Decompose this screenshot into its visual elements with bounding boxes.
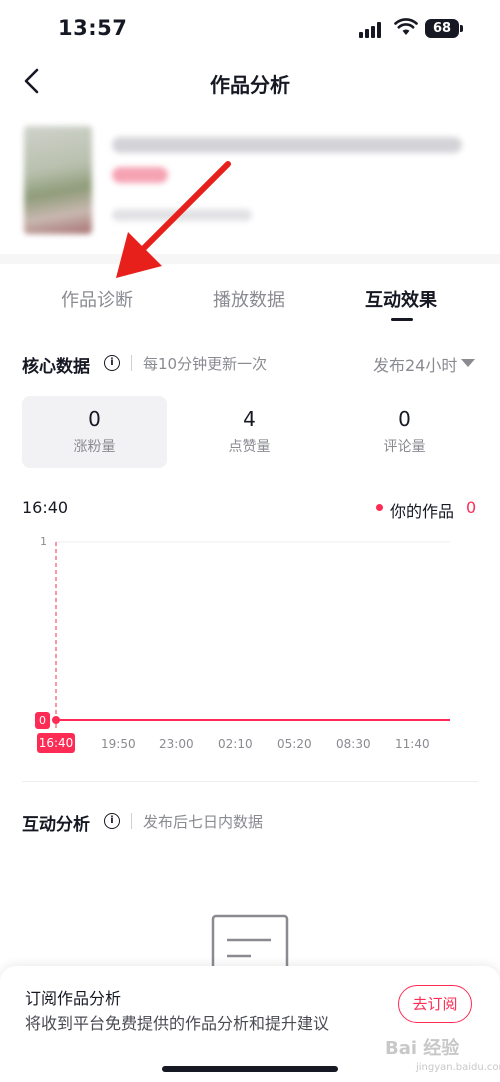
x-tick: 08:30 [336,737,371,751]
interaction-title: 互动分析 [22,815,90,835]
update-note: 每10分钟更新一次 [143,355,268,373]
info-icon[interactable]: i [104,355,120,371]
page-title: 作品分析 [210,73,290,97]
y-value-badge: 0 [35,712,50,729]
section-separator [0,254,500,264]
tab-play-data[interactable]: 播放数据 [213,286,285,312]
x-tick: 11:40 [395,737,430,751]
home-indicator[interactable] [162,1066,338,1072]
info-icon[interactable]: i [104,813,120,829]
line-chart[interactable] [0,530,500,760]
battery-cap [460,25,463,32]
interaction-note: 发布后七日内数据 [143,813,264,831]
metric-label: 评论量 [383,439,426,455]
x-tick: 02:10 [218,737,253,751]
legend-label: 你的作品 [390,502,455,521]
subscribe-title: 订阅作品分析 [25,989,122,1008]
watermark-url: jingyan.baidu.com [416,1062,500,1073]
tab-diagnosis[interactable]: 作品诊断 [61,286,133,312]
metric-value: 4 [243,407,256,431]
empty-document-icon [211,914,289,974]
tab-interaction[interactable]: 互动效果 [365,286,437,312]
video-thumbnail[interactable] [24,126,92,234]
x-tick: 23:00 [159,737,194,751]
divider [131,813,132,829]
selected-point [52,716,60,724]
x-value-badge: 16:40 [37,733,75,753]
chart-selected-time: 16:40 [22,498,69,517]
caret-down-icon[interactable] [461,359,475,367]
metric-label: 点赞量 [228,439,271,455]
annotation-arrow-icon [116,161,231,278]
metric-label: 涨粉量 [73,439,116,455]
status-time: 13:57 [58,16,128,40]
active-tab-indicator [391,318,413,321]
video-title-blurred [112,137,462,153]
x-tick: 19:50 [101,737,136,751]
divider [22,781,478,782]
core-data-title: 核心数据 [22,357,90,377]
watermark-logo: Bai 经验 [385,1038,460,1059]
subscribe-description: 将收到平台免费提供的作品分析和提升建议 [25,1014,330,1033]
subscribe-button[interactable]: 去订阅 [398,985,472,1023]
legend-value: 0 [466,498,477,517]
time-range-select[interactable]: 发布24小时 [373,352,457,376]
battery-indicator: 68 [425,19,459,38]
x-tick: 05:20 [277,737,312,751]
metric-value: 0 [398,407,411,431]
metric-value: 0 [88,407,101,431]
divider [131,355,132,371]
wifi-icon [394,18,418,35]
legend-dot [376,504,383,511]
signal-icon [359,22,383,38]
